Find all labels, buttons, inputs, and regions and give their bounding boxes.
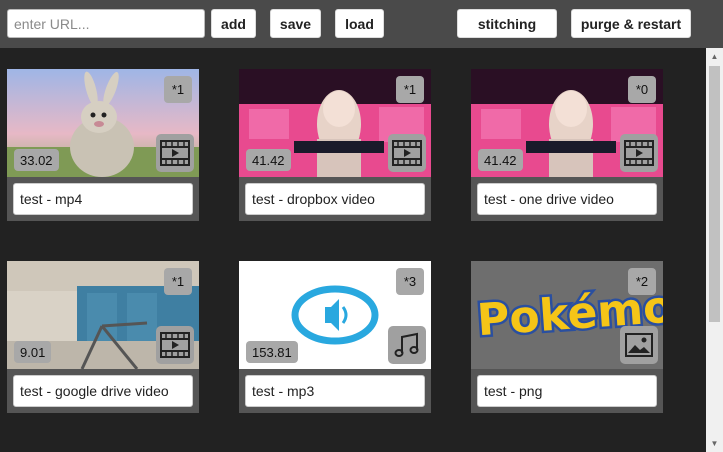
count-badge: *2 [628, 268, 656, 295]
title-field[interactable]: test - mp3 [245, 375, 425, 407]
stitching-button[interactable]: stitching [457, 9, 557, 38]
thumbnail: *1 33.02 [7, 69, 199, 177]
title-field[interactable]: test - png [477, 375, 657, 407]
thumbnail: *0 41.42 [471, 69, 663, 177]
duration-label: 41.42 [478, 149, 523, 171]
media-card[interactable]: Pokémon *2 test - png [471, 261, 663, 413]
count-badge: *1 [164, 268, 192, 295]
url-input[interactable] [7, 9, 205, 38]
media-card[interactable]: *1 41.42 test - dropbox video [239, 69, 431, 221]
thumbnail: *1 41.42 [239, 69, 431, 177]
toolbar: add save load stitching purge & restart [0, 0, 723, 48]
vertical-scrollbar[interactable]: ▲ ▼ [706, 48, 723, 452]
thumbnail: *3 153.81 [239, 261, 431, 369]
scroll-thumb[interactable] [709, 66, 720, 322]
thumbnail: *1 9.01 [7, 261, 199, 369]
media-card[interactable]: *1 33.02 test - mp4 [7, 69, 199, 221]
film-icon [388, 134, 426, 172]
media-card[interactable]: *3 153.81 test - mp3 [239, 261, 431, 413]
count-badge: *0 [628, 76, 656, 103]
duration-label: 41.42 [246, 149, 291, 171]
title-field[interactable]: test - dropbox video [245, 183, 425, 215]
count-badge: *1 [164, 76, 192, 103]
title-field[interactable]: test - google drive video [13, 375, 193, 407]
film-icon [156, 134, 194, 172]
duration-label: 153.81 [246, 341, 298, 363]
duration-label: 9.01 [14, 341, 52, 363]
scroll-down-arrow-icon[interactable]: ▼ [706, 435, 723, 452]
title-field[interactable]: test - mp4 [13, 183, 193, 215]
image-icon [620, 326, 658, 364]
duration-label: 33.02 [14, 149, 59, 171]
count-badge: *3 [396, 268, 424, 295]
film-icon [156, 326, 194, 364]
save-button[interactable]: save [270, 9, 321, 38]
title-field[interactable]: test - one drive video [477, 183, 657, 215]
purge-restart-button[interactable]: purge & restart [571, 9, 691, 38]
media-card[interactable]: *1 9.01 test - google drive video [7, 261, 199, 413]
add-button[interactable]: add [211, 9, 256, 38]
music-note-icon [388, 326, 426, 364]
film-icon [620, 134, 658, 172]
thumbnail: Pokémon *2 [471, 261, 663, 369]
media-card[interactable]: *0 41.42 test - one drive video [471, 69, 663, 221]
load-button[interactable]: load [335, 9, 384, 38]
media-grid: *1 33.02 test - mp4 *1 41.42 test - drop… [0, 48, 706, 452]
scroll-up-arrow-icon[interactable]: ▲ [706, 48, 723, 65]
count-badge: *1 [396, 76, 424, 103]
